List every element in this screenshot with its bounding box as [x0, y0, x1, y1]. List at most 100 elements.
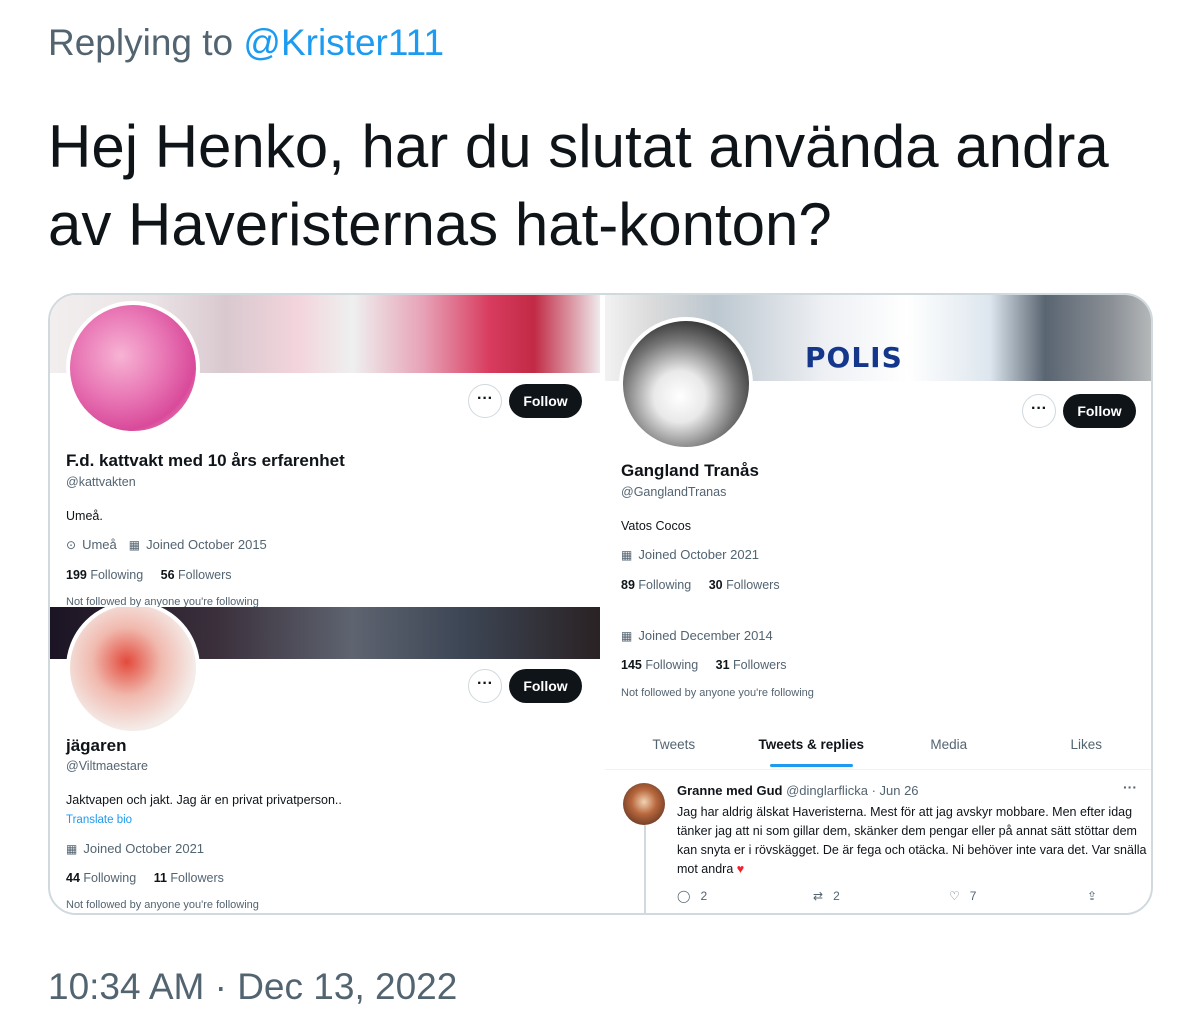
reply-tweet-text: Jag har aldrig älskat Haveristerna. Mest…	[677, 805, 1147, 876]
followers-label: Followers	[726, 578, 780, 592]
more-options-button[interactable]: ···	[468, 384, 502, 418]
reply-count: 2	[700, 889, 708, 903]
following-link[interactable]: 44 Following	[66, 871, 136, 885]
profile-avatar	[66, 607, 200, 735]
retweet-count: 2	[833, 889, 840, 903]
followers-label: Followers	[178, 568, 232, 582]
profile-handle: @Viltmaestare	[66, 759, 148, 773]
reply-author-avatar[interactable]	[623, 783, 665, 825]
profile-handle: @GanglandTranas	[621, 485, 727, 499]
overlap-joined: Joined December 2014	[638, 628, 773, 643]
share-icon: ⇪	[1087, 889, 1098, 903]
tweet-media-image[interactable]: ··· Follow F.d. kattvakt med 10 års erfa…	[48, 293, 1153, 915]
reply-tweet-header: Granne med Gud @dinglarflicka · Jun 26	[677, 783, 919, 798]
following-link[interactable]: 89 Following	[621, 578, 691, 592]
like-action[interactable]: ♡ 7	[949, 889, 976, 903]
reply-author-handle[interactable]: @dinglarflicka	[786, 783, 868, 798]
profile-card-viltmaestare: ··· Follow jägaren @Viltmaestare Jaktvap…	[50, 607, 600, 913]
share-action[interactable]: ⇪	[1087, 889, 1097, 903]
calendar-icon: ▦	[128, 537, 141, 552]
reply-tweet-body: Jag har aldrig älskat Haveristerna. Mest…	[677, 803, 1147, 879]
retweet-action[interactable]: ⇄ 2	[813, 889, 840, 903]
followers-count: 31	[715, 658, 730, 672]
profile-stats: 44 Following 11 Followers	[66, 871, 224, 885]
reply-action[interactable]: ◯ 2	[677, 889, 707, 903]
reply-icon: ◯	[677, 889, 691, 903]
tabs-divider	[605, 769, 1151, 770]
tab-likes[interactable]: Likes	[1018, 723, 1152, 769]
profile-joined: Joined October 2015	[146, 537, 267, 552]
overlap-profile-stats: 145 Following 31 Followers	[621, 658, 787, 672]
profile-bio: Jaktvapen och jakt. Jag är en privat pri…	[66, 793, 342, 807]
reply-author-name[interactable]: Granne med Gud	[677, 783, 782, 798]
follow-button[interactable]: Follow	[509, 669, 582, 703]
followers-label: Followers	[733, 658, 787, 672]
not-followed-note: Not followed by anyone you're following	[66, 596, 259, 607]
following-label: Following	[90, 568, 144, 582]
reply-more-icon[interactable]: ···	[1123, 779, 1137, 795]
heart-emoji-icon: ♥	[736, 862, 745, 876]
profile-handle: @kattvakten	[66, 475, 136, 489]
reply-prefix: Replying to	[48, 22, 244, 63]
followers-count: 11	[153, 871, 167, 885]
profile-meta: ▦ Joined October 2021	[66, 841, 204, 856]
tab-tweets[interactable]: Tweets	[605, 723, 743, 769]
followers-link[interactable]: 11 Followers	[154, 871, 224, 885]
not-followed-note: Not followed by anyone you're following	[621, 687, 814, 699]
following-label: Following	[645, 658, 699, 672]
profile-stats: 89 Following 30 Followers	[621, 578, 780, 592]
following-label: Following	[638, 578, 692, 592]
following-link[interactable]: 199 Following	[66, 568, 143, 582]
profile-card-kattvakten: ··· Follow F.d. kattvakt med 10 års erfa…	[50, 295, 600, 607]
profile-joined: Joined October 2021	[83, 841, 205, 856]
like-count: 7	[969, 889, 977, 903]
profile-tabs: Tweets Tweets & replies Media Likes	[605, 723, 1152, 769]
reply-tweet-date[interactable]: · Jun 26	[872, 783, 919, 798]
profile-card-ganglandtranas: POLIS ··· Follow Gangland Tranås @Gangla…	[605, 295, 1152, 913]
translate-bio-link[interactable]: Translate bio	[66, 814, 132, 826]
followers-count: 30	[708, 578, 723, 592]
followers-link[interactable]: 30 Followers	[709, 578, 780, 592]
following-count: 89	[621, 578, 635, 592]
followers-label: Followers	[170, 871, 224, 885]
reply-tweet-actions: ◯ 2 ⇄ 2 ♡ 7 ⇪	[677, 889, 1137, 909]
profile-name: Gangland Tranås	[621, 461, 759, 480]
reply-handle-link[interactable]: @Krister111	[243, 22, 444, 63]
not-followed-note: Not followed by anyone you're following	[66, 899, 259, 911]
profile-meta: ⊙ Umeå ▦ Joined October 2015	[66, 537, 267, 552]
following-count: 44	[66, 871, 80, 885]
profile-joined: Joined October 2021	[638, 547, 760, 562]
profile-bio: Umeå.	[66, 509, 103, 523]
more-options-button[interactable]: ···	[1022, 394, 1056, 428]
location-icon: ⊙	[66, 537, 77, 552]
follow-button[interactable]: Follow	[1063, 394, 1136, 428]
profile-meta: ▦ Joined October 2021	[621, 547, 759, 562]
following-label: Following	[83, 871, 137, 885]
followers-link[interactable]: 31 Followers	[716, 658, 787, 672]
banner-police-text: POLIS	[805, 341, 903, 374]
profile-location: Umeå	[82, 537, 117, 552]
tweet-text: Hej Henko, har du slutat använda andra a…	[48, 113, 1109, 258]
calendar-icon: ▦	[66, 841, 78, 856]
tab-tweets-and-replies[interactable]: Tweets & replies	[743, 723, 881, 769]
profile-bio: Vatos Cocos	[621, 519, 691, 533]
calendar-icon: ▦	[621, 628, 633, 643]
profile-avatar	[619, 317, 753, 451]
following-count: 145	[621, 658, 642, 672]
follow-button[interactable]: Follow	[509, 384, 582, 418]
tweet-timestamp[interactable]: 10:34 AM · Dec 13, 2022	[48, 966, 457, 1008]
thread-line	[644, 825, 646, 913]
retweet-icon: ⇄	[813, 889, 824, 903]
following-link[interactable]: 145 Following	[621, 658, 698, 672]
overlap-profile-meta: ▦ Joined December 2014	[621, 628, 773, 643]
profile-stats: 199 Following 56 Followers	[66, 568, 232, 582]
like-icon: ♡	[949, 889, 960, 903]
reply-context: Replying to @Krister111	[48, 22, 444, 64]
following-count: 199	[66, 568, 87, 582]
calendar-icon: ▦	[621, 547, 633, 562]
more-options-button[interactable]: ···	[468, 669, 502, 703]
tab-media[interactable]: Media	[880, 723, 1018, 769]
followers-link[interactable]: 56 Followers	[161, 568, 232, 582]
profile-avatar	[66, 301, 200, 435]
profile-name: jägaren	[66, 736, 127, 755]
